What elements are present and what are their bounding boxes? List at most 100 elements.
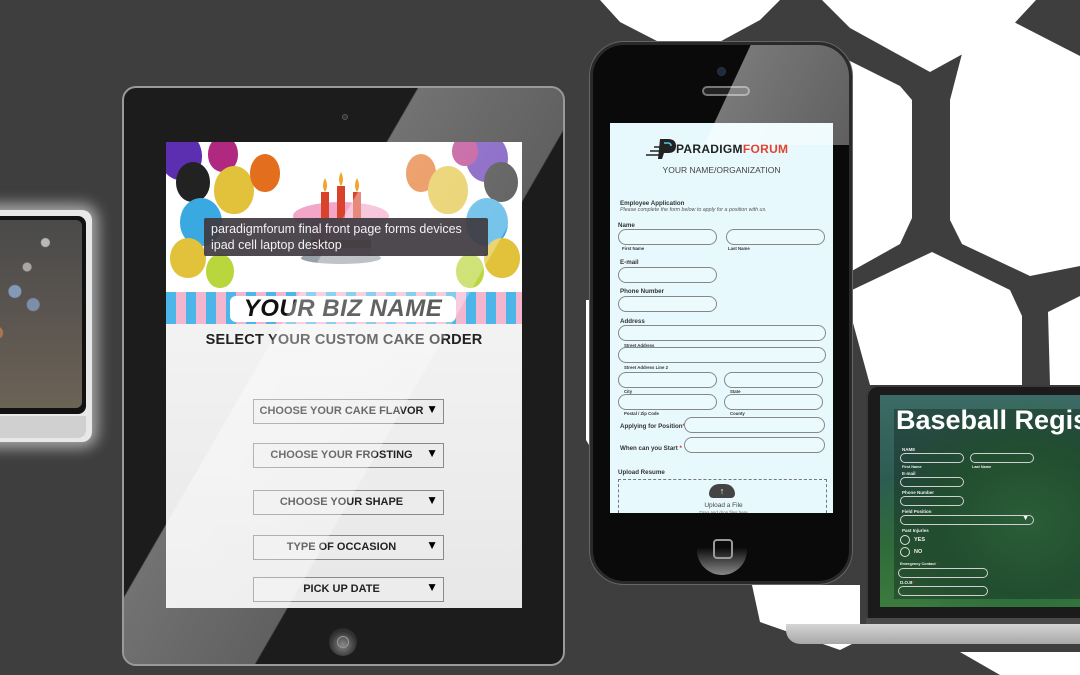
cloud-upload-icon: ↑ [709,484,735,498]
dropdown-label: CHOOSE YOUR SHAPE [279,496,404,508]
street2-sublabel: Street Address Line 2 [624,365,669,370]
form-description: Please complete the form below to apply … [620,207,767,213]
dropdown-label: TYPE OF OCCASION [286,541,397,553]
phone-device: PARADIGMFORUM YOUR NAME/ORGANIZATION Emp… [590,42,852,584]
laptop-screen: Baseball Registr NAME First Name Last Na… [880,395,1080,607]
dropdown-arrow-icon: ▼ [426,538,438,552]
balloon [484,162,518,202]
balloon [214,166,254,214]
field-position-dropdown[interactable]: ▼ [900,515,1034,525]
upload-file-text: Upload a File [704,502,743,509]
street-address-input[interactable] [618,325,826,341]
email-label: E-mail [620,259,639,266]
organization-name: YOUR NAME/ORGANIZATION [662,165,781,175]
phone-label: Phone Number [902,490,935,495]
tooltip-line: paradigmforum final front page forms dev… [211,222,462,236]
dropdown-arrow-icon: ▼ [1022,515,1029,522]
phone-label: Phone Number [620,288,665,295]
postal-input[interactable] [618,394,717,410]
balloon [250,154,280,192]
form-title: Employee Application Please complete the… [620,200,767,213]
drag-drop-text: Drag and drop files here [699,510,748,513]
cake-flavor-dropdown[interactable]: CHOOSE YOUR CAKE FLAVOR ▼ [253,399,444,424]
cake-order-title: SELECT YOUR CUSTOM CAKE ORDER [205,332,483,348]
image-tooltip: paradigmforum final front page forms dev… [204,218,488,256]
name-label: NAME [902,447,916,452]
start-label: When can you Start * [620,445,682,452]
dropdown-label: PICK UP DATE [303,583,380,595]
hexagon [850,252,1022,385]
position-input[interactable] [684,417,825,433]
city-input[interactable] [618,372,717,388]
balloon [456,254,484,288]
emergency-contact-label: Emergency Contact * [900,562,939,566]
baseball-registration-title: Baseball Registr [896,405,1080,435]
position-label: Applying for Position* [620,423,685,430]
pickup-date-dropdown[interactable]: PICK UP DATE ▼ [253,577,444,602]
dropdown-arrow-icon: ▼ [426,446,438,460]
dob-input[interactable] [898,586,988,596]
county-input[interactable] [724,394,823,410]
last-name-input[interactable] [726,229,825,245]
first-name-sublabel: First Name [902,465,922,469]
name-label: Name [618,222,635,229]
emergency-contact-input[interactable] [898,568,988,578]
phone-home-button [697,525,747,575]
last-name-input[interactable] [970,453,1034,463]
start-input[interactable] [684,437,825,453]
business-name: YOUR BIZ NAME [230,296,456,322]
dropdown-label: CHOOSE YOUR FROSTING [270,449,413,461]
balloon [484,238,520,278]
county-sublabel: County [730,411,745,416]
phone-input[interactable] [900,496,964,506]
phone-screen: PARADIGMFORUM YOUR NAME/ORGANIZATION Emp… [610,123,833,513]
dropdown-arrow-icon: ▼ [426,493,438,507]
ipad-device: YOUR BIZ NAME SELECT YOUR CUSTOM CAKE OR… [122,86,565,666]
street-address-2-input[interactable] [618,347,826,363]
email-input[interactable] [900,477,964,487]
desktop-screen [0,216,86,414]
tooltip-line: ipad cell laptop desktop [211,238,342,252]
first-name-sublabel: First Name [622,246,645,251]
postal-sublabel: Postal / Zip Code [624,411,659,416]
city-night-image [0,220,82,408]
hexagon [950,20,1080,276]
first-name-input[interactable] [900,453,964,463]
no-radio[interactable] [900,547,910,557]
last-name-sublabel: Last Name [728,246,750,251]
email-label: E-mail [902,471,916,476]
desktop-monitor [0,210,92,442]
shape-dropdown[interactable]: CHOOSE YOUR SHAPE ▼ [253,490,444,515]
field-position-label: Field Position [902,509,932,514]
email-input[interactable] [618,267,717,283]
past-injuries-label: Past Injuries [902,528,929,533]
phone-input[interactable] [618,296,717,312]
hexagon [960,652,1080,675]
screen-glare [593,45,849,145]
ipad-home-button [329,628,357,656]
hexagon [848,60,912,272]
balloon [428,166,468,214]
upload-dropzone[interactable]: ↑ Upload a File Drag and drop files here [618,479,827,513]
no-label: NO [914,549,923,555]
dropdown-arrow-icon: ▼ [426,402,438,416]
ipad-screen: YOUR BIZ NAME SELECT YOUR CUSTOM CAKE OR… [166,142,522,608]
dropdown-arrow-icon: ▼ [426,580,438,594]
hexagon [1048,296,1080,385]
upload-resume-label: Upload Resume [618,469,665,476]
yes-label: YES [914,537,926,543]
frosting-dropdown[interactable]: CHOOSE YOUR FROSTING ▼ [253,443,444,468]
yes-radio[interactable] [900,535,910,545]
balloon [206,254,234,288]
laptop-base [786,624,1080,644]
state-input[interactable] [724,372,823,388]
desktop-chin [0,416,86,438]
balloon [176,162,210,202]
dropdown-label: CHOOSE YOUR CAKE FLAVOR [259,405,424,417]
balloon [170,238,206,278]
ipad-camera [342,114,348,120]
address-label: Address [620,318,645,325]
occasion-dropdown[interactable]: TYPE OF OCCASION ▼ [253,535,444,560]
first-name-input[interactable] [618,229,717,245]
last-name-sublabel: Last Name [972,465,992,469]
